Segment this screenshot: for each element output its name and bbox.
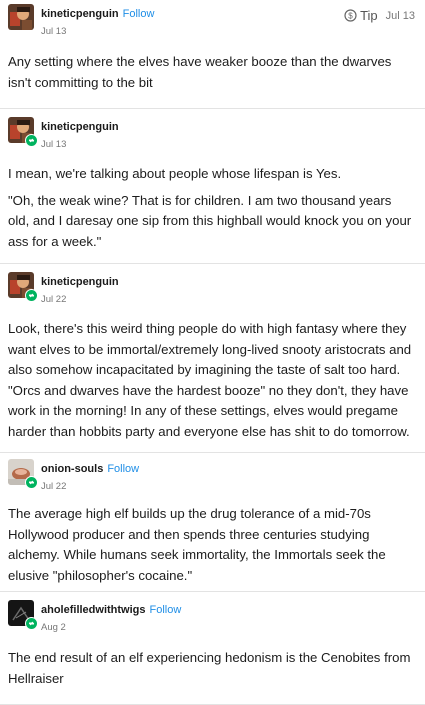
tip-icon: $ bbox=[344, 9, 357, 22]
post-paragraph: Look, there's this weird thing people do… bbox=[8, 321, 412, 439]
post-author[interactable]: kineticpenguin bbox=[41, 276, 119, 288]
post-paragraph: I mean, we're talking about people whose… bbox=[8, 166, 342, 181]
post-paragraph: Any setting where the elves have weaker … bbox=[8, 54, 392, 90]
post-date[interactable]: Aug 2 bbox=[41, 622, 66, 633]
post-date[interactable]: Jul 13 bbox=[41, 139, 66, 150]
post-0: kineticpenguin Follow Jul 13 $ Tip Jul 13… bbox=[0, 0, 425, 109]
post-author[interactable]: kineticpenguin Follow bbox=[41, 8, 154, 20]
follow-button[interactable]: Follow bbox=[150, 604, 182, 616]
post-body: I mean, we're talking about people whose… bbox=[8, 164, 415, 258]
post-date[interactable]: Jul 13 bbox=[41, 26, 66, 37]
tip-label[interactable]: Tip bbox=[360, 8, 378, 23]
follow-button[interactable]: Follow bbox=[123, 8, 155, 20]
post-paragraph: "Oh, the weak wine? That is for children… bbox=[8, 192, 412, 249]
post-author[interactable]: aholefilledwithtwigs Follow bbox=[41, 604, 181, 616]
reblog-icon bbox=[25, 476, 38, 489]
post-paragraph: The end result of an elf experiencing he… bbox=[8, 650, 411, 686]
author-name[interactable]: onion-souls bbox=[41, 463, 103, 475]
avatar[interactable] bbox=[8, 4, 34, 30]
post-2: kineticpenguin Jul 22 Look, there's this… bbox=[0, 264, 425, 453]
post-1: kineticpenguin Jul 13 I mean, we're talk… bbox=[0, 109, 425, 264]
post-4: aholefilledwithtwigs Follow Aug 2 The end… bbox=[0, 592, 425, 705]
follow-button[interactable]: Follow bbox=[107, 463, 139, 475]
author-name[interactable]: kineticpenguin bbox=[41, 8, 119, 20]
post-paragraph: The average high elf builds up the drug … bbox=[8, 506, 386, 583]
post-date[interactable]: Jul 22 bbox=[41, 294, 66, 305]
post-3: onion-souls Follow Jul 22 The average hig… bbox=[0, 453, 425, 592]
post-date[interactable]: Jul 22 bbox=[41, 481, 66, 492]
author-name[interactable]: kineticpenguin bbox=[41, 276, 119, 288]
post-author[interactable]: onion-souls Follow bbox=[41, 463, 139, 475]
reblog-icon bbox=[25, 289, 38, 302]
avatar-kineticpenguin-icon bbox=[8, 4, 34, 30]
post-author[interactable]: kineticpenguin bbox=[41, 121, 119, 133]
post-body: Look, there's this weird thing people do… bbox=[8, 319, 415, 448]
reblog-icon bbox=[25, 134, 38, 147]
tip-button[interactable]: $ Tip Jul 13 bbox=[344, 8, 415, 23]
tip-date: Jul 13 bbox=[385, 9, 415, 22]
post-body: The average high elf builds up the drug … bbox=[8, 504, 415, 592]
post-body: Any setting where the elves have weaker … bbox=[8, 52, 415, 99]
author-name[interactable]: aholefilledwithtwigs bbox=[41, 604, 146, 616]
reblog-icon bbox=[25, 617, 38, 630]
author-name[interactable]: kineticpenguin bbox=[41, 121, 119, 133]
post-body: The end result of an elf experiencing he… bbox=[8, 648, 415, 695]
svg-text:$: $ bbox=[348, 12, 353, 21]
